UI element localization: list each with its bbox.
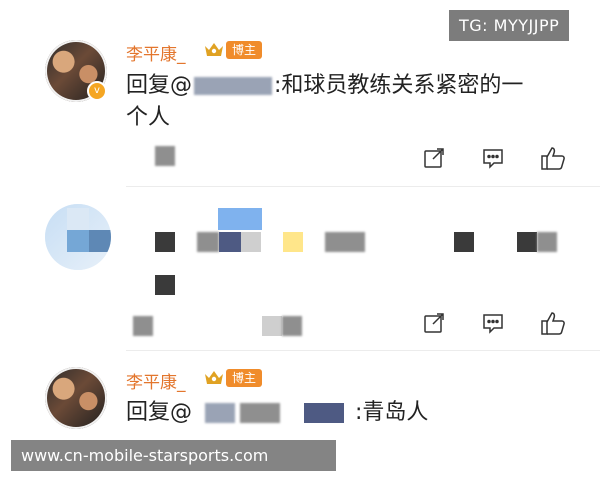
redacted-badge — [218, 208, 262, 230]
redacted-meta — [282, 316, 302, 336]
redacted-mention — [194, 77, 273, 95]
comment-icon[interactable] — [482, 312, 504, 334]
redacted-timestamp — [133, 316, 153, 336]
comment-icon[interactable] — [482, 147, 504, 169]
reply-prefix: 回复@ — [126, 400, 193, 425]
redacted-text — [283, 232, 303, 252]
divider — [126, 350, 600, 351]
username[interactable]: 李平康_ — [126, 368, 186, 393]
blogger-badge: 博主 — [226, 41, 263, 59]
avatar[interactable] — [45, 204, 111, 270]
redacted-text — [454, 232, 474, 252]
redacted-text — [219, 232, 241, 252]
comment-text-line2: 个人 — [126, 105, 171, 130]
crown-icon — [203, 40, 225, 58]
avatar[interactable] — [45, 367, 107, 429]
reply-text: :和球员教练关系紧密的一 — [274, 73, 524, 98]
redacted-text — [537, 232, 557, 252]
reply-text: :青岛人 — [355, 400, 429, 425]
like-icon[interactable] — [540, 310, 566, 336]
watermark-label: www.cn-mobile-starsports.com — [11, 440, 336, 471]
comment-text-line1: 回复@ :和球员教练关系紧密的一 — [126, 70, 523, 102]
blogger-badge: 博主 — [226, 369, 263, 387]
redacted-text — [517, 232, 537, 252]
divider — [126, 186, 600, 187]
username[interactable]: 李平康_ — [126, 40, 186, 65]
tg-label: TG: MYYJJPP — [449, 10, 570, 41]
redacted-text — [325, 232, 365, 252]
verified-badge-icon: v — [87, 81, 107, 101]
crown-icon — [203, 368, 225, 386]
redacted-text — [155, 232, 175, 252]
redacted-mention — [304, 403, 344, 423]
redacted-meta — [262, 316, 282, 336]
redacted-mention — [240, 403, 280, 423]
redacted-timestamp — [155, 146, 175, 166]
redacted-text — [197, 232, 219, 252]
redacted-text — [155, 275, 175, 295]
reply-prefix: 回复@ — [126, 73, 193, 98]
like-icon[interactable] — [540, 145, 566, 171]
share-icon[interactable] — [423, 312, 445, 334]
redacted-text — [241, 232, 261, 252]
share-icon[interactable] — [423, 147, 445, 169]
redacted-mention — [205, 403, 235, 423]
